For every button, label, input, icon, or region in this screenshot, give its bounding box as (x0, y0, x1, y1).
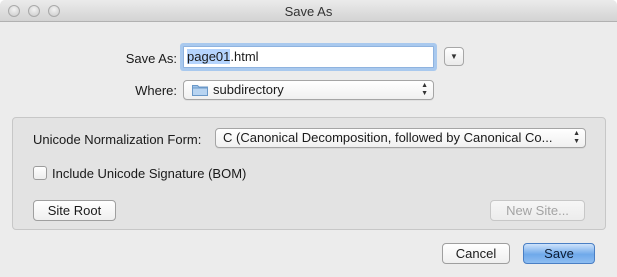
bom-checkbox[interactable] (33, 166, 47, 180)
normalization-popup[interactable]: C (Canonical Decomposition, followed by … (215, 128, 586, 148)
up-down-arrows-icon: ▲ ▼ (573, 130, 580, 145)
where-popup[interactable]: subdirectory ▲ ▼ (183, 80, 434, 100)
normalization-label: Unicode Normalization Form: (33, 132, 202, 147)
folder-icon (192, 85, 208, 96)
title-bar[interactable]: Save As (0, 0, 617, 22)
cancel-button[interactable]: Cancel (442, 243, 510, 264)
where-popup-value: subdirectory (213, 82, 284, 97)
filename-selected-text: page01 (187, 49, 231, 64)
filename-input[interactable]: page01.html (183, 46, 434, 68)
new-site-button[interactable]: New Site... (490, 200, 585, 221)
up-down-arrows-icon: ▲ ▼ (421, 82, 428, 97)
expand-dialog-button[interactable]: ▼ (444, 47, 464, 66)
where-label: Where: (135, 83, 177, 98)
save-as-label: Save As: (125, 51, 177, 66)
save-button[interactable]: Save (523, 243, 595, 264)
normalization-popup-value: C (Canonical Decomposition, followed by … (223, 130, 553, 145)
bom-checkbox-label[interactable]: Include Unicode Signature (BOM) (52, 166, 246, 181)
disclosure-triangle-icon: ▼ (450, 52, 458, 61)
save-as-dialog: Save As Save As: page01.html ▼ Where: su… (0, 0, 617, 277)
window-title: Save As (284, 4, 333, 19)
site-root-button[interactable]: Site Root (33, 200, 116, 221)
filename-extension-text: .html (230, 49, 259, 64)
